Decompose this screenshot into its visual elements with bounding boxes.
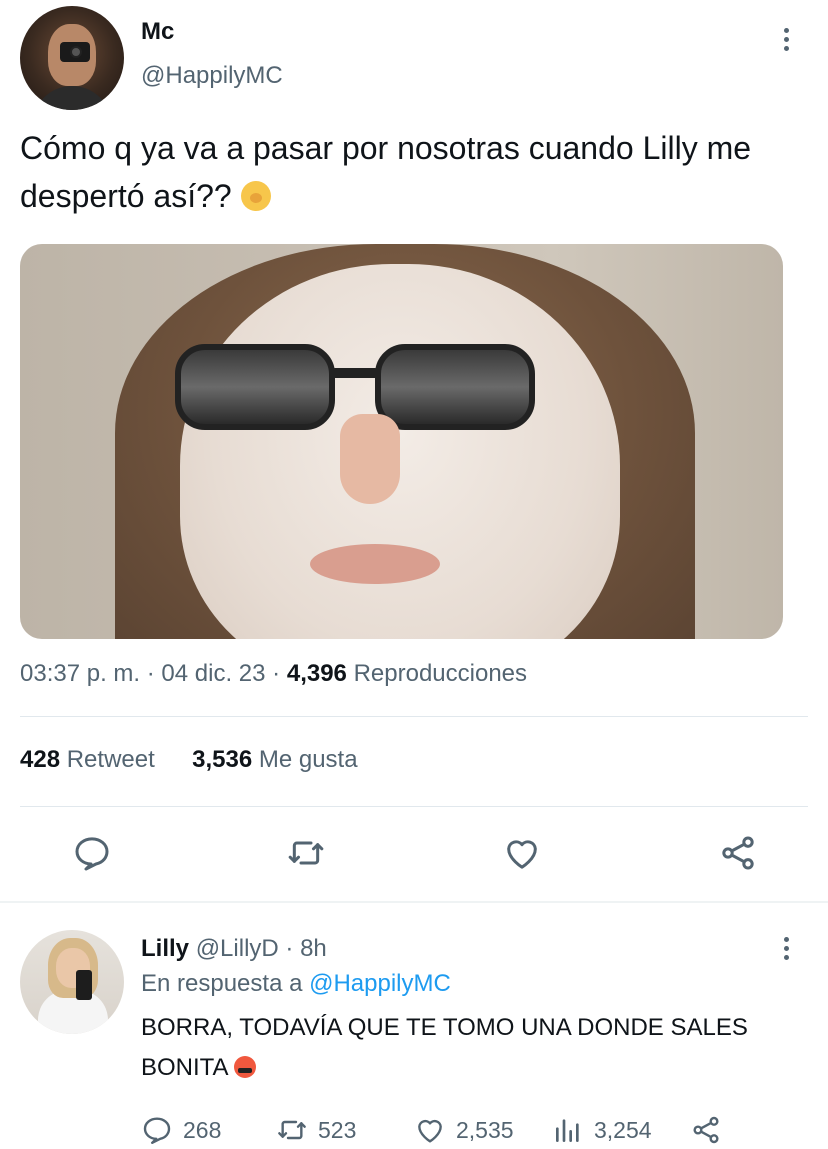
retweet-icon [288,841,324,865]
author-name[interactable]: Mc [141,18,174,46]
reply-text: BORRA, TODAVÍA QUE TE TOMO UNA DONDE SAL… [141,1008,781,1088]
reply-retweet-count: 523 [318,1116,357,1143]
retweet-button[interactable] [284,831,328,875]
divider [20,716,808,717]
retweet-icon [278,1120,306,1140]
reply-context: En respuesta a @HappilyMC [141,970,451,998]
avatar-camera-lens [70,46,82,58]
photo-nose [340,414,400,504]
reply-reply-count: 268 [183,1116,222,1143]
reply-more-options-icon[interactable] [781,937,791,960]
like-label[interactable]: Me gusta [259,746,358,773]
share-icon [722,836,754,870]
reply-icon [75,837,109,871]
heart-icon [507,840,537,869]
reply-to-label: En respuesta a [141,970,303,997]
reply-reply-button[interactable]: 268 [141,1110,221,1149]
share-button[interactable] [716,831,760,875]
retweet-label[interactable]: Retweet [67,746,155,773]
reply-age[interactable]: 8h [300,935,327,962]
tweet-text: Cómo q ya va a pasar por nosotras cuando… [20,124,810,220]
avatar-phone [76,970,92,1000]
view-count-label: Reproducciones [353,660,528,687]
reply-icon [143,1117,171,1144]
tweet-text-content: Cómo q ya va a pasar por nosotras cuando… [20,130,752,214]
reply-share-button[interactable] [690,1110,722,1149]
divider [20,806,808,807]
reply-button[interactable] [70,831,114,875]
face-with-symbols-emoji-icon [233,1056,256,1078]
tweet-photo[interactable] [20,244,783,639]
avatar-body [32,86,112,110]
like-button[interactable] [500,831,544,875]
analytics-icon [556,1119,579,1142]
retweet-count[interactable]: 428 [20,746,60,773]
like-count[interactable]: 3,536 [192,746,252,773]
reply-to-handle[interactable]: @HappilyMC [309,970,451,997]
author-handle[interactable]: @HappilyMC [141,62,283,90]
more-options-icon[interactable] [781,28,791,51]
tweet-time[interactable]: 03:37 p. m. [20,660,140,687]
reply-author-handle[interactable]: @LillyD [196,935,279,962]
reply-retweet-button[interactable]: 523 [276,1110,356,1149]
heart-icon [418,1119,442,1143]
tweet-stats: 428 Retweet 3,536 Me gusta [20,746,358,774]
share-icon [693,1116,719,1144]
photo-face-mask [180,264,620,639]
photo-lips [310,544,440,584]
reply-like-button[interactable]: 2,535 [414,1110,514,1149]
tweet-date[interactable]: 04 dic. 23 [161,660,265,687]
reply-author-name[interactable]: Lilly [141,935,189,962]
reply-header: Lilly @LillyD · 8h [141,935,327,962]
reply-view-count: 3,254 [594,1116,652,1143]
reply-text-content: BORRA, TODAVÍA QUE TE TOMO UNA DONDE SAL… [141,1014,748,1081]
author-avatar[interactable] [20,6,124,110]
view-count: 4,396 [286,660,347,687]
thread-divider [0,901,828,903]
yawning-face-emoji-icon [240,181,271,211]
tweet-meta: 03:37 p. m. · 04 dic. 23 · 4,396 Reprodu… [20,660,528,687]
reply-like-count: 2,535 [456,1116,514,1143]
reply-author-avatar[interactable] [20,930,124,1034]
reply-views-button[interactable]: 3,254 [552,1110,652,1149]
